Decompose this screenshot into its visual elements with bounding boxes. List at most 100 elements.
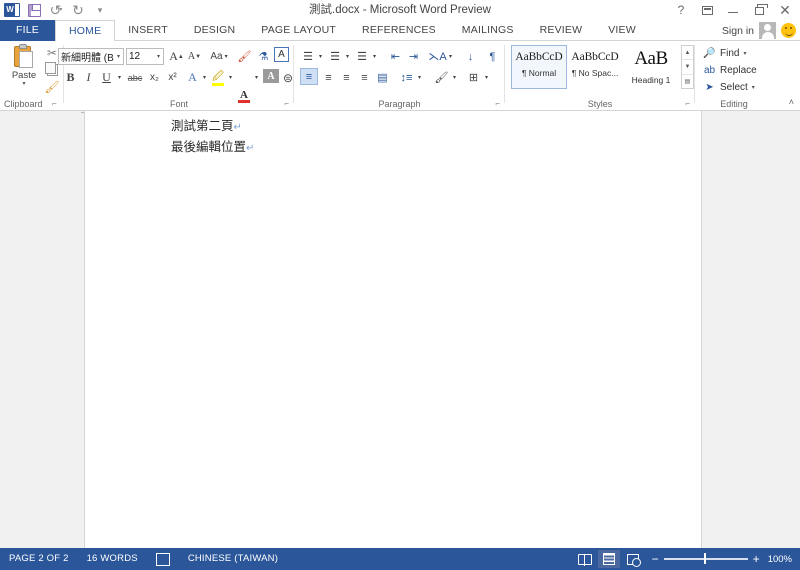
borders-caret-icon[interactable]: ▾	[482, 69, 491, 86]
numbering-icon[interactable]: ☰	[327, 48, 343, 65]
decrease-indent-icon[interactable]: ⇤	[387, 48, 404, 65]
tab-view[interactable]: VIEW	[595, 20, 649, 41]
select-caret-icon[interactable]: ▾	[752, 84, 755, 91]
subscript-button[interactable]: x₂	[146, 69, 163, 86]
shading-icon[interactable]: 🖌	[433, 69, 450, 86]
styles-dialog-launcher[interactable]: ⌐	[685, 99, 690, 108]
read-mode-icon[interactable]	[574, 550, 596, 568]
zoom-in-icon[interactable]: +	[753, 553, 760, 565]
replace-button[interactable]: ab Replace	[703, 63, 757, 78]
show-marks-icon[interactable]: ¶	[484, 48, 501, 65]
change-case-button[interactable]: Aa ▾	[207, 48, 231, 65]
select-button[interactable]: ➤ Select ▾	[703, 80, 755, 95]
borders-icon[interactable]: ⊞	[465, 69, 482, 86]
restore-icon[interactable]	[746, 0, 772, 20]
sign-in-link[interactable]: Sign in	[722, 25, 754, 37]
asian-layout-caret-icon[interactable]: ▾	[446, 48, 455, 65]
character-shading-icon[interactable]: A	[263, 69, 279, 83]
tab-insert[interactable]: INSERT	[115, 20, 181, 41]
font-dialog-launcher[interactable]: ⌐	[284, 99, 289, 108]
multilevel-list-icon[interactable]: ☰	[354, 48, 370, 65]
grow-font-button[interactable]: A ▲	[168, 48, 185, 65]
close-icon[interactable]: ✕	[772, 0, 798, 20]
distributed-icon[interactable]: ▤	[374, 69, 391, 86]
proofing-errors-icon[interactable]	[147, 548, 179, 570]
smiley-face-icon[interactable]	[781, 23, 796, 38]
text-effects-caret-icon[interactable]: ▾	[200, 69, 209, 86]
style-no-spacing[interactable]: AaBbCcD ¶ No Spac...	[567, 45, 623, 89]
ribbon-display-options-icon[interactable]	[694, 0, 720, 20]
phonetic-guide-icon[interactable]: ⚗	[255, 48, 272, 65]
find-caret-icon[interactable]: ▾	[743, 50, 746, 57]
style-heading-1[interactable]: AaB Heading 1	[623, 45, 679, 89]
collapse-ribbon-icon[interactable]: ˄	[789, 97, 794, 107]
character-border-icon[interactable]: A	[274, 47, 289, 62]
paste-button[interactable]: Paste ▾	[6, 44, 42, 87]
tab-home[interactable]: HOME	[54, 20, 116, 42]
strikethrough-button[interactable]: abc	[125, 69, 145, 86]
align-center-icon[interactable]: ≡	[320, 69, 337, 86]
zoom-thumb[interactable]	[703, 553, 707, 565]
status-word-count[interactable]: 16 WORDS	[78, 548, 147, 570]
multilevel-list-caret-icon[interactable]: ▾	[370, 48, 379, 65]
font-size-caret-icon[interactable]: ▾	[154, 53, 163, 60]
minimize-icon[interactable]	[720, 0, 746, 20]
web-layout-icon[interactable]	[622, 550, 644, 568]
shrink-font-button[interactable]: A ▼	[186, 48, 203, 65]
align-right-icon[interactable]: ≡	[338, 69, 355, 86]
styles-more-icon[interactable]: ▤	[682, 75, 693, 88]
line-spacing-caret-icon[interactable]: ▾	[415, 69, 424, 86]
font-color-caret-icon[interactable]: ▾	[252, 69, 261, 86]
styles-scroll-up-icon[interactable]: ▲	[682, 46, 693, 61]
status-language[interactable]: CHINESE (TAIWAN)	[179, 548, 287, 570]
text-effects-icon[interactable]: A	[185, 69, 200, 86]
font-size-input[interactable]: 12 ▾	[126, 48, 164, 65]
bold-button[interactable]: B	[62, 69, 79, 86]
paragraph-dialog-launcher[interactable]: ⌐	[495, 99, 500, 108]
increase-indent-icon[interactable]: ⇥	[405, 48, 422, 65]
zoom-level-label[interactable]: 100%	[768, 554, 792, 565]
justify-icon[interactable]: ≡	[356, 69, 373, 86]
asian-layout-icon[interactable]: ⋋A	[428, 48, 446, 65]
tab-mailings[interactable]: MAILINGS	[449, 20, 527, 41]
shading-caret-icon[interactable]: ▾	[450, 69, 459, 86]
superscript-button[interactable]: x²	[164, 69, 181, 86]
highlight-color-caret-icon[interactable]: ▾	[226, 69, 235, 86]
tab-file[interactable]: FILE	[0, 20, 55, 41]
highlight-color-button[interactable]: 🖉	[210, 69, 226, 86]
numbering-caret-icon[interactable]: ▾	[343, 48, 352, 65]
copy-icon	[44, 61, 58, 76]
zoom-slider[interactable]: − +	[652, 553, 760, 565]
help-icon[interactable]: ?	[668, 0, 694, 20]
paste-caret-icon[interactable]: ▾	[6, 81, 42, 87]
font-name-input[interactable]: 新細明體 (Bo ▾	[58, 48, 124, 65]
format-painter-button[interactable]: 🖌	[44, 79, 60, 94]
clipboard-dialog-launcher[interactable]: ⌐	[52, 99, 57, 108]
zoom-track[interactable]	[663, 553, 748, 565]
style-normal[interactable]: AaBbCcD ¶ Normal	[511, 45, 567, 89]
tab-review[interactable]: REVIEW	[527, 20, 596, 41]
align-left-icon[interactable]: ≡	[300, 68, 318, 85]
tab-references[interactable]: REFERENCES	[349, 20, 449, 41]
underline-button[interactable]: U	[98, 69, 115, 86]
line-spacing-icon[interactable]: ↕≡	[398, 69, 415, 86]
sort-icon[interactable]: ↓	[462, 48, 479, 65]
status-page-indicator[interactable]: PAGE 2 OF 2	[0, 548, 78, 570]
italic-button[interactable]: I	[80, 69, 97, 86]
cursor-arrow-icon: ➤	[705, 82, 714, 93]
tab-page-layout[interactable]: PAGE LAYOUT	[248, 20, 349, 41]
account-avatar[interactable]	[759, 22, 776, 39]
styles-scroll-down-icon[interactable]: ▼	[682, 60, 693, 75]
zoom-out-icon[interactable]: −	[652, 553, 659, 565]
document-workspace[interactable]: 測試第二頁↵ 最後編輯位置↵	[0, 111, 800, 548]
clear-formatting-icon[interactable]: 🖌	[236, 48, 253, 65]
document-text-area[interactable]: 測試第二頁↵ 最後編輯位置↵	[171, 116, 671, 158]
document-page[interactable]: 測試第二頁↵ 最後編輯位置↵	[84, 111, 702, 548]
font-name-caret-icon[interactable]: ▾	[114, 53, 123, 60]
find-button[interactable]: 🔎 Find ▾	[703, 46, 746, 61]
print-layout-icon[interactable]	[597, 550, 620, 568]
underline-caret-icon[interactable]: ▾	[115, 69, 124, 86]
bullets-icon[interactable]: ☰	[300, 48, 316, 65]
bullets-caret-icon[interactable]: ▾	[316, 48, 325, 65]
tab-design[interactable]: DESIGN	[181, 20, 248, 41]
